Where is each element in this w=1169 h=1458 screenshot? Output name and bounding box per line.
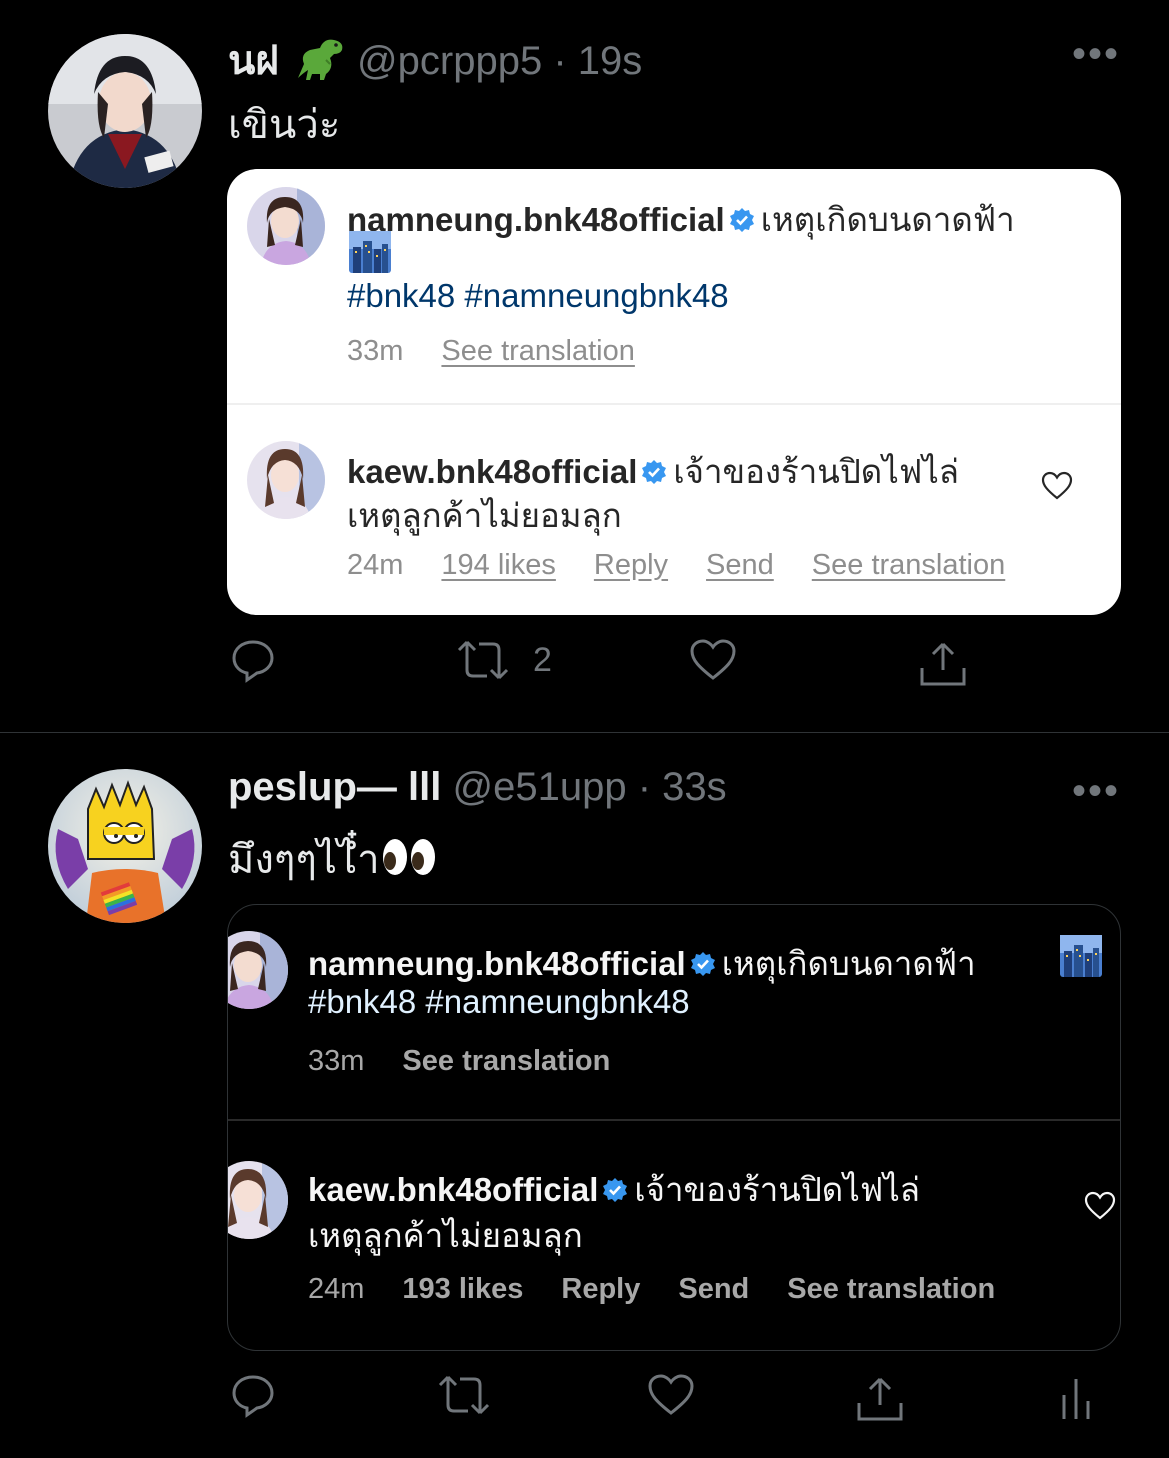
- like-button[interactable]: [647, 1373, 695, 1417]
- comment-text-line2: เหตุลูกค้าไม่ยอมลุก: [347, 497, 622, 534]
- t-rex-icon: [290, 34, 346, 92]
- display-name[interactable]: peslup— lll: [228, 765, 441, 809]
- comment-username[interactable]: kaew.bnk48official: [347, 453, 637, 490]
- reply-icon: [230, 1373, 276, 1419]
- verified-badge-icon: [602, 1173, 628, 1211]
- tweet-time[interactable]: 33s: [662, 765, 727, 809]
- comment-meta: 24m 194 likes Reply Send See translation: [347, 549, 1043, 582]
- post-caption: namneung.bnk48official เหตุเกิดบนดาดฟ้า: [347, 193, 1015, 246]
- post-time: 33m: [347, 335, 404, 367]
- comment-username[interactable]: kaew.bnk48official: [308, 1171, 598, 1208]
- comment-like-heart-icon[interactable]: [1084, 1191, 1116, 1226]
- user-handle[interactable]: @e51upp: [452, 765, 626, 809]
- comment-text-line1: เจ้าของร้านปิดไฟไล่: [634, 1171, 921, 1208]
- like-button[interactable]: [689, 638, 737, 682]
- comment-avatar: [228, 1161, 288, 1239]
- avatar[interactable]: [48, 769, 202, 923]
- post-avatar: [228, 931, 288, 1009]
- more-options-icon[interactable]: •••: [1072, 771, 1120, 811]
- retweet-count: 2: [533, 640, 552, 679]
- comment-time: 24m: [308, 1273, 365, 1305]
- see-translation-link[interactable]: See translation: [402, 1045, 610, 1078]
- tweet-actions: 2: [0, 638, 1169, 698]
- user-handle[interactable]: @pcrppp5: [357, 39, 542, 83]
- verified-badge-icon: [729, 203, 755, 241]
- share-button[interactable]: [918, 638, 968, 688]
- see-translation-link[interactable]: See translation: [441, 335, 634, 368]
- post-avatar: [247, 187, 325, 265]
- tweet-2[interactable]: peslup— lll @e51upp · 33s ••• มึงๆๆไไ๋ำ …: [0, 733, 1169, 1458]
- reply-icon: [230, 638, 276, 684]
- tweet-text: มึงๆๆไไ๋ำ: [228, 827, 438, 891]
- comment-meta: 24m 193 likes Reply Send See translation: [308, 1273, 1033, 1306]
- separator-dot: ·: [553, 39, 567, 83]
- separator-dot: ·: [637, 765, 652, 809]
- send-link[interactable]: Send: [678, 1273, 749, 1306]
- comment-time: 24m: [347, 549, 404, 581]
- share-icon: [918, 638, 968, 688]
- tweet-header: นฝ @pcrppp5 · 19s: [228, 28, 642, 92]
- avatar[interactable]: [48, 34, 202, 188]
- post-time: 33m: [308, 1045, 365, 1077]
- retweet-button[interactable]: 2: [455, 638, 552, 682]
- retweet-button[interactable]: [436, 1373, 492, 1417]
- comment-likes[interactable]: 194 likes: [441, 549, 555, 582]
- share-icon: [855, 1373, 905, 1423]
- heart-icon: [689, 638, 737, 682]
- verified-badge-icon: [641, 455, 667, 493]
- card-divider: [227, 403, 1121, 405]
- more-options-icon[interactable]: •••: [1072, 34, 1120, 74]
- see-translation-link[interactable]: See translation: [787, 1273, 995, 1306]
- reply-link[interactable]: Reply: [561, 1273, 640, 1306]
- post-caption-text: เหตุเกิดบนดาดฟ้า: [760, 201, 1015, 238]
- retweet-icon: [436, 1373, 492, 1417]
- post-hashtags[interactable]: #bnk48 #namneungbnk48: [347, 277, 729, 315]
- verified-badge-icon: [690, 947, 716, 985]
- tweet-text: เขินว่ะ: [228, 103, 341, 147]
- reply-button[interactable]: [230, 638, 276, 684]
- see-translation-link[interactable]: See translation: [812, 549, 1005, 582]
- eyes-icon: [380, 835, 438, 889]
- post-meta: 33m See translation: [347, 335, 673, 368]
- post-meta: 33m See translation: [308, 1045, 648, 1078]
- share-button[interactable]: [855, 1373, 905, 1423]
- display-name[interactable]: นฝ: [228, 39, 279, 83]
- tweet-1[interactable]: นฝ @pcrppp5 · 19s ••• เขินว่ะ namneung.b…: [0, 0, 1169, 732]
- embedded-image-card[interactable]: namneung.bnk48official เหตุเกิดบนดาดฟ้า #…: [227, 904, 1121, 1351]
- analytics-button[interactable]: [1058, 1373, 1094, 1423]
- retweet-icon: [455, 638, 511, 682]
- cityscape-icon: [349, 231, 391, 278]
- cityscape-icon: [1060, 935, 1102, 982]
- post-username[interactable]: namneung.bnk48official: [308, 945, 686, 982]
- reply-button[interactable]: [230, 1373, 276, 1419]
- post-hashtags[interactable]: #bnk48 #namneungbnk48: [308, 983, 690, 1021]
- comment-like-heart-icon[interactable]: [1041, 471, 1073, 506]
- tweet-text-body: มึงๆๆไไ๋ำ: [228, 838, 380, 882]
- comment-text-line2: เหตุลูกค้าไม่ยอมลุก: [308, 1217, 583, 1254]
- tweet-header: peslup— lll @e51upp · 33s: [228, 765, 727, 810]
- card-divider: [228, 1119, 1120, 1121]
- send-link[interactable]: Send: [706, 549, 774, 582]
- tweet-actions: [0, 1373, 1169, 1433]
- reply-link[interactable]: Reply: [594, 549, 668, 582]
- tweet-time[interactable]: 19s: [578, 39, 643, 83]
- comment-avatar: [247, 441, 325, 519]
- embedded-image-card[interactable]: namneung.bnk48official เหตุเกิดบนดาดฟ้า #…: [227, 169, 1121, 615]
- analytics-icon: [1058, 1373, 1094, 1423]
- post-caption-text: เหตุเกิดบนดาดฟ้า: [721, 945, 976, 982]
- heart-icon: [647, 1373, 695, 1417]
- comment-likes[interactable]: 193 likes: [402, 1273, 523, 1306]
- comment-text-line1: เจ้าของร้านปิดไฟไล่: [673, 453, 960, 490]
- post-username[interactable]: namneung.bnk48official: [347, 201, 725, 238]
